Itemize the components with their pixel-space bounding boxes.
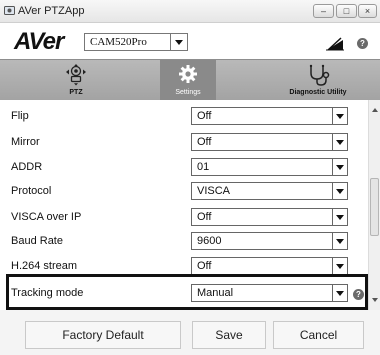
stethoscope-icon xyxy=(309,64,330,86)
maximize-button[interactable]: □ xyxy=(336,4,357,18)
minimize-button[interactable]: – xyxy=(313,4,334,18)
tab-settings-label: Settings xyxy=(175,89,201,96)
setting-row-visca-over-ip: VISCA over IP Off xyxy=(0,206,368,228)
close-button[interactable]: × xyxy=(358,4,377,18)
select-value: Off xyxy=(197,136,212,148)
select-value: VISCA xyxy=(197,185,231,197)
chevron-down-icon[interactable] xyxy=(332,159,347,175)
setting-row-flip: Flip Off xyxy=(0,105,368,127)
flip-select[interactable]: Off xyxy=(191,107,348,125)
protocol-select[interactable]: VISCA xyxy=(191,182,348,200)
gear-icon xyxy=(179,65,197,83)
chevron-down-icon[interactable] xyxy=(332,183,347,199)
setting-row-addr: ADDR 01 xyxy=(0,156,368,178)
no-video-icon xyxy=(326,37,344,51)
app-window: AVer PTZApp – □ × AVer CAM520Pro ? PTZ S… xyxy=(0,0,380,355)
save-button[interactable]: Save xyxy=(192,321,266,349)
chevron-down-icon[interactable] xyxy=(332,134,347,150)
ptz-camera-icon xyxy=(66,64,86,86)
baud-rate-select[interactable]: 9600 xyxy=(191,232,348,250)
setting-label: Mirror xyxy=(11,136,40,148)
close-icon: × xyxy=(364,6,371,16)
scroll-up-icon[interactable] xyxy=(372,108,378,112)
help-icon[interactable]: ? xyxy=(353,289,364,300)
minimize-icon: – xyxy=(320,6,326,16)
tab-bar: PTZ Settings Diagnostic Utility xyxy=(0,59,380,101)
help-icon[interactable]: ? xyxy=(357,38,368,49)
setting-label: ADDR xyxy=(11,161,43,173)
tab-settings[interactable]: Settings xyxy=(160,60,216,100)
setting-label: H.264 stream xyxy=(11,260,78,272)
chevron-down-icon[interactable] xyxy=(332,258,347,274)
select-value: Off xyxy=(197,211,212,223)
select-value: 01 xyxy=(197,161,210,173)
camera-select[interactable]: CAM520Pro xyxy=(84,33,188,51)
addr-select[interactable]: 01 xyxy=(191,158,348,176)
setting-label: Protocol xyxy=(11,185,52,197)
setting-row-protocol: Protocol VISCA xyxy=(0,180,368,202)
tab-ptz[interactable]: PTZ xyxy=(48,60,104,100)
visca-over-ip-select[interactable]: Off xyxy=(191,208,348,226)
app-header: AVer CAM520Pro ? xyxy=(0,23,380,59)
select-value: Off xyxy=(197,110,212,122)
tab-diagnostic-label: Diagnostic Utility xyxy=(289,89,347,96)
maximize-icon: □ xyxy=(343,6,350,16)
select-value: 9600 xyxy=(197,235,222,247)
setting-row-mirror: Mirror Off xyxy=(0,131,368,153)
tab-diagnostic-utility[interactable]: Diagnostic Utility xyxy=(278,60,358,100)
scrollbar-thumb[interactable] xyxy=(370,178,379,236)
app-icon xyxy=(4,6,15,15)
chevron-down-icon[interactable] xyxy=(332,108,347,124)
tab-ptz-label: PTZ xyxy=(69,89,83,96)
vertical-scrollbar[interactable] xyxy=(368,100,380,310)
title-bar: AVer PTZApp – □ × xyxy=(0,0,380,23)
setting-label: Flip xyxy=(11,110,29,122)
setting-label: Baud Rate xyxy=(11,235,63,247)
mirror-select[interactable]: Off xyxy=(191,133,348,151)
camera-select-value: CAM520Pro xyxy=(90,36,147,48)
chevron-down-icon[interactable] xyxy=(332,209,347,225)
scroll-down-icon[interactable] xyxy=(372,298,378,302)
setting-row-baud-rate: Baud Rate 9600 xyxy=(0,230,368,252)
h264-stream-select[interactable]: Off xyxy=(191,257,348,275)
tracking-mode-highlight xyxy=(6,274,368,310)
chevron-down-icon[interactable] xyxy=(170,34,187,50)
select-value: Off xyxy=(197,260,212,272)
cancel-button[interactable]: Cancel xyxy=(273,321,364,349)
factory-default-button[interactable]: Factory Default xyxy=(25,321,181,349)
chevron-down-icon[interactable] xyxy=(332,233,347,249)
setting-label: VISCA over IP xyxy=(11,211,82,223)
aver-logo: AVer xyxy=(14,28,64,55)
window-title: AVer PTZApp xyxy=(18,5,85,17)
